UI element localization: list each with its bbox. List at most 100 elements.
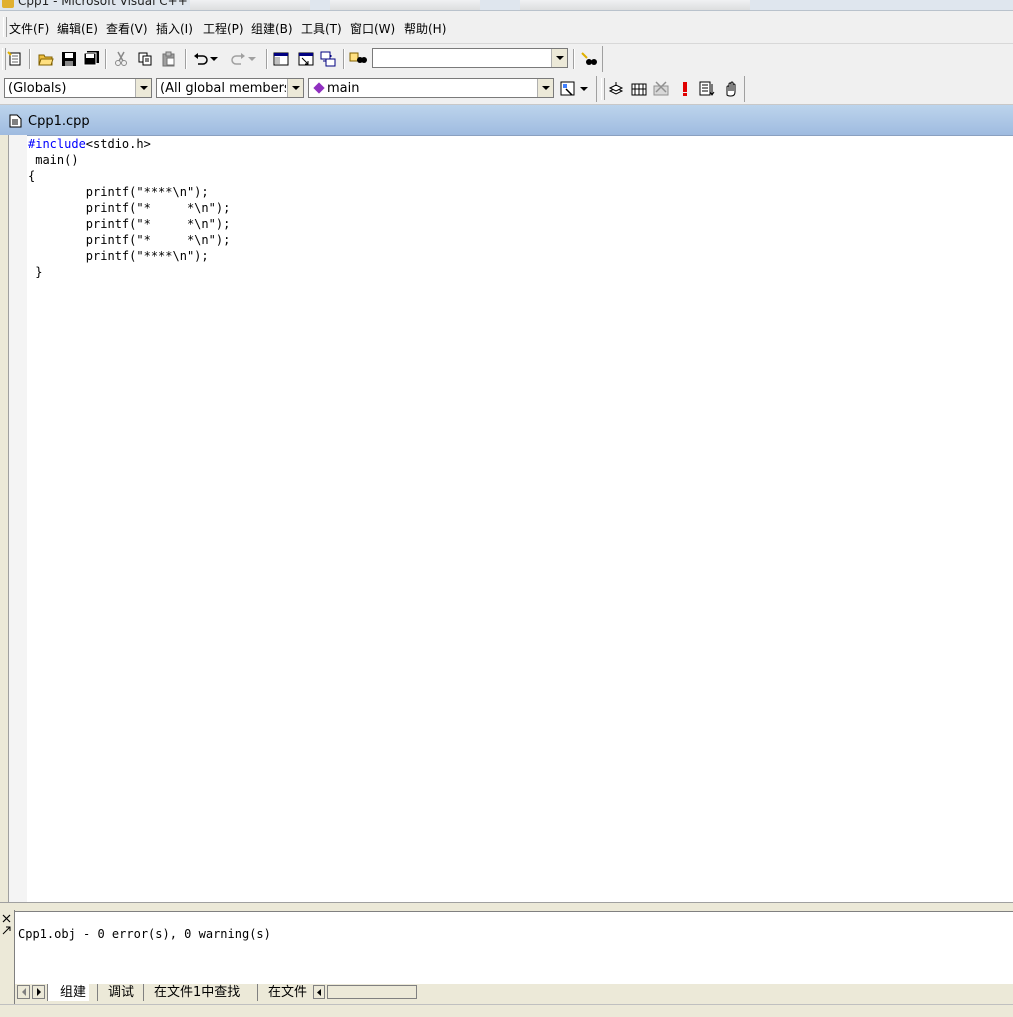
close-icon[interactable] [2,912,11,923]
editor-gutter[interactable] [9,135,27,902]
go-icon[interactable] [697,79,717,99]
toolbar-separator [29,49,31,69]
find-combo-dropdown[interactable] [551,49,567,67]
breakpoint-hand-icon[interactable] [721,79,741,99]
menu-grip[interactable] [3,17,7,37]
status-bar [0,1004,1013,1017]
code-editor[interactable]: #include<stdio.h> main() { printf("****\… [28,136,1008,896]
include-keyword: #include [28,137,86,151]
members-filter-dropdown[interactable] [287,79,303,97]
copy-icon[interactable] [135,49,155,69]
menu-view[interactable]: 查看(V) [106,20,148,37]
code-line-9: } [28,265,43,279]
code-line-7: printf("* *\n"); [28,233,231,247]
class-scope-dropdown[interactable] [135,79,151,97]
background-window-blur [520,0,750,10]
wizard-action-icon[interactable] [558,79,578,99]
menu-help[interactable]: 帮助(H) [404,20,446,37]
menu-window[interactable]: 窗口(W) [350,20,395,37]
document-tab-title: Cpp1.cpp [28,114,90,129]
find-in-files-icon[interactable] [348,49,368,69]
redo-dropdown-icon[interactable] [246,49,258,69]
stop-build-icon[interactable] [651,79,671,99]
menu-bar: 文件(F) 编辑(E) 查看(V) 插入(I) 工程(P) 组建(B) 工具(T… [0,11,1013,44]
members-filter-value: (All global members [160,81,286,96]
output-window-icon[interactable] [296,49,316,69]
code-line-8: printf("****\n"); [28,249,209,263]
toolbar-end-border [596,76,597,102]
class-scope-combo[interactable]: (Globals) [4,78,152,98]
menu-edit[interactable]: 编辑(E) [57,20,98,37]
toolbar-separator [266,49,268,69]
function-member-icon [313,82,325,94]
function-combo-value: main [327,81,360,96]
build-result-message: Cpp1.obj - 0 error(s), 0 warning(s) [18,927,271,941]
menu-insert[interactable]: 插入(I) [156,20,193,37]
toolbar-separator [105,49,107,69]
tab-find-in-files-2-label: 在文件 [268,985,308,1000]
toolbar-separator [343,49,345,69]
code-line-5: printf("* *\n"); [28,201,231,215]
background-window-blur [330,0,480,10]
tab-find-in-files-1-label: 在文件1中查找 [154,985,241,1000]
code-line-2: main() [28,153,79,167]
background-window-blur [190,0,310,10]
toolbar-separator [573,49,575,69]
tab-debug[interactable]: 调试 [97,984,137,1001]
code-line-3: { [28,169,36,183]
save-icon[interactable] [59,49,79,69]
wizard-action-dropdown-icon[interactable] [577,79,591,99]
code-line-4: printf("****\n"); [28,185,209,199]
window-list-icon[interactable] [318,49,338,69]
new-file-icon[interactable] [5,49,25,69]
code-line-1: #include<stdio.h> [28,136,151,152]
compile-icon[interactable] [606,79,626,99]
document-tab[interactable]: Cpp1.cpp [0,105,1013,136]
menu-file[interactable]: 文件(F) [9,20,49,37]
tab-build[interactable]: 组建 [47,984,90,1001]
members-filter-combo[interactable]: (All global members [156,78,304,98]
menu-project[interactable]: 工程(P) [203,20,244,37]
cut-icon[interactable] [111,49,131,69]
tab-scroll-right-icon[interactable] [32,985,45,999]
hscroll-left-icon[interactable] [313,985,325,999]
mdi-left-border [0,135,9,902]
toolbar-end-border [744,76,745,102]
cpp-file-icon [9,114,22,131]
output-pane-sidebar [0,910,15,1004]
tab-debug-label: 调试 [108,985,135,1000]
paste-icon[interactable] [159,49,179,69]
tab-find-in-files-1[interactable]: 在文件1中查找 [143,984,243,1001]
menu-tools[interactable]: 工具(T) [301,20,342,37]
open-folder-icon[interactable] [36,49,56,69]
find-combo[interactable] [372,48,568,68]
execute-icon[interactable] [675,79,695,99]
title-bar: Cpp1 - Microsoft Visual C++ [0,0,1013,11]
app-icon [2,0,14,8]
toolbar-end-border [602,46,603,72]
toolbar-separator [185,49,187,69]
class-scope-value: (Globals) [8,81,67,96]
standard-toolbar [0,44,1013,74]
output-tab-strip: 组建 调试 在文件1中查找 在文件 [15,984,1013,1002]
horizontal-scrollbar[interactable] [327,985,417,999]
tab-find-in-files-2[interactable]: 在文件 [257,984,313,1001]
output-text-area[interactable] [15,911,1013,985]
workspace-window-icon[interactable] [271,49,291,69]
function-combo-dropdown[interactable] [537,79,553,97]
tab-scroll-left-icon[interactable] [17,985,30,999]
code-line-6: printf("* *\n"); [28,217,231,231]
build-icon[interactable] [629,79,649,99]
include-target: <stdio.h> [85,137,151,151]
find-binoculars-icon[interactable] [579,49,599,69]
dock-pin-icon[interactable] [2,924,11,935]
tab-build-label: 组建 [60,985,87,1000]
menu-build[interactable]: 组建(B) [251,20,293,37]
window-title: Cpp1 - Microsoft Visual C++ [18,0,188,8]
save-all-icon[interactable] [81,49,101,69]
function-combo[interactable]: main [308,78,554,98]
redo-icon[interactable] [228,49,248,69]
toolbar-grip[interactable] [601,78,605,100]
wizard-toolbar: (Globals) (All global members main [0,74,1013,105]
undo-dropdown-icon[interactable] [208,49,220,69]
